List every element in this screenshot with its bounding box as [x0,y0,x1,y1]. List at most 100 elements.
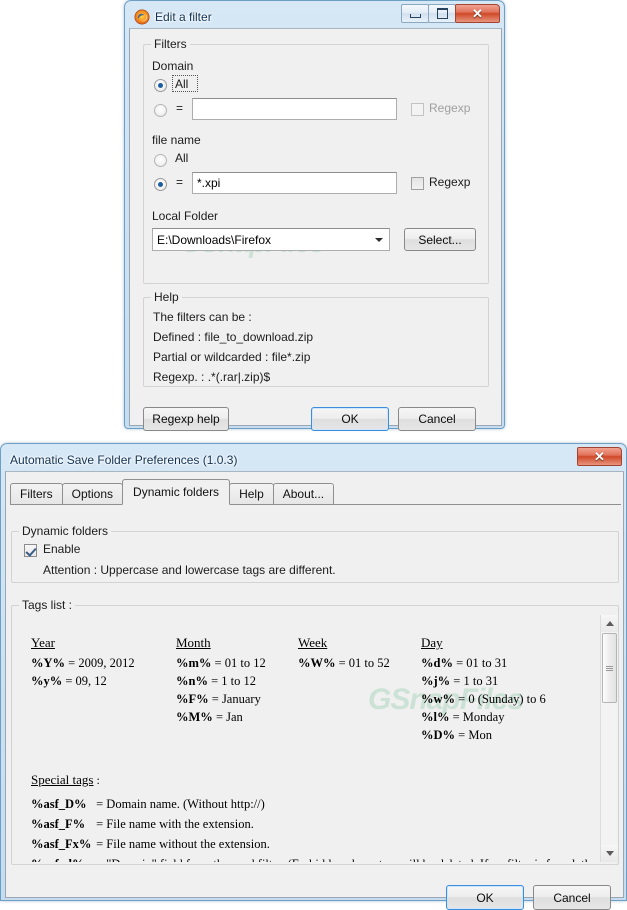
tag-name: %M% [176,710,213,724]
tag-desc: = 01 to 12 [214,656,266,670]
special-tags-heading: Special tags : [31,772,100,788]
edit-filter-caption-buttons[interactable]: ✕ [401,4,500,23]
ok-button-filter[interactable]: OK [311,407,389,431]
domain-eq-radio[interactable] [154,104,167,117]
filename-label: file name [152,133,201,147]
tab-dynamic-folders-label: Dynamic folders [133,485,220,499]
enable-label[interactable]: Enable [43,542,80,556]
tag-desc: = 1 to 12 [211,674,256,688]
edit-filter-title: Edit a filter [155,9,212,24]
edit-filter-client: GSnapFiles Filters Domain All = Regexp f… [129,28,502,431]
tag-name: %F% [176,692,209,706]
filename-eq-label: = [176,175,184,189]
tag-name: %n% [176,674,208,688]
special-tag-row-2: %asf_Fx% = File name without the extensi… [31,837,270,852]
tag-desc: = 09, 12 [65,674,107,688]
preferences-caption-buttons[interactable]: ✕ [577,447,622,466]
tag-name: %l% [421,710,450,724]
tag-name: %asf_F% [31,817,86,831]
domain-label: Domain [152,59,194,73]
tag-name: %y% [31,674,63,688]
cancel-button-filter[interactable]: Cancel [398,407,476,431]
tag-name: %Y% [31,656,66,670]
attention-text: Attention : Uppercase and lowercase tags… [43,563,336,577]
domain-all-label[interactable]: All [175,77,188,91]
ok-button-preferences[interactable]: OK [446,885,524,910]
tab-about-label: About... [282,487,325,501]
local-folder-combo[interactable]: E:\Downloads\Firefox [152,228,390,251]
tag-name: %W% [298,656,336,670]
maximize-button[interactable] [428,4,456,23]
special-tags-heading-suffix: : [93,773,100,787]
filters-group-legend: Filters [151,37,190,51]
domain-eq-label: = [176,101,184,115]
tag-name: %asf_Fx% [31,837,92,851]
close-button-preferences[interactable]: ✕ [577,447,622,466]
tag-row-month-1: %n% = 1 to 12 [176,674,256,689]
filename-all-radio[interactable] [154,154,167,167]
tag-name: %m% [176,656,212,670]
tab-options-label: Options [71,487,114,501]
preferences-client: Filters Options Dynamic folders Help Abo… [5,471,624,910]
tag-row-month-3: %M% = Jan [176,710,243,725]
dynamic-folders-legend: Dynamic folders [19,524,112,538]
tag-row-month-0: %m% = 01 to 12 [176,656,266,671]
filename-all-label[interactable]: All [175,151,188,165]
enable-checkbox[interactable] [24,544,37,557]
select-folder-button[interactable]: Select... [404,228,476,251]
domain-regexp-label: Regexp [429,101,471,115]
scrollbar-thumb[interactable] [602,633,617,703]
local-folder-label: Local Folder [152,209,219,223]
tags-vertical-scrollbar[interactable] [600,615,618,862]
tab-dynamic-folders[interactable]: Dynamic folders [122,479,231,505]
scroll-up-button[interactable] [601,615,618,632]
close-button[interactable]: ✕ [455,4,500,23]
preferences-window[interactable]: Automatic Save Folder Preferences (1.0.3… [0,443,627,910]
scroll-down-button[interactable] [601,845,618,862]
tag-desc: = Domain name. (Without http://) [96,797,265,811]
domain-all-radio[interactable] [154,79,167,92]
chevron-down-icon[interactable] [375,237,383,242]
preferences-tabstrip[interactable]: Filters Options Dynamic folders Help Abo… [10,478,621,505]
tag-desc: = 0 (Sunday) to 6 [458,692,546,706]
scrollbar-grip-icon [606,665,613,672]
tab-options[interactable]: Options [61,483,124,504]
tag-desc: = File name with the extension. [96,817,254,831]
help-line-3: Partial or wildcarded : file*.zip [153,350,311,364]
tags-scroll-panel: GSnapFiles Year %Y% = 2009, 2012 %y% = 0… [13,615,600,862]
tag-name: %asf_d% [31,857,93,862]
tags-heading-year: Year [31,635,55,650]
domain-value-input[interactable] [192,98,397,120]
preferences-titlebar[interactable]: Automatic Save Folder Preferences (1.0.3… [5,447,622,471]
tab-filters[interactable]: Filters [10,483,63,504]
tag-row-day-1: %j% = 1 to 31 [421,674,498,689]
tag-name: %w% [421,692,456,706]
special-tag-row-0: %asf_D% = Domain name. (Without http://) [31,797,265,812]
local-folder-value: E:\Downloads\Firefox [157,232,272,247]
tags-list-legend: Tags list : [19,598,76,612]
cancel-button-preferences[interactable]: Cancel [533,885,611,910]
filename-value-input[interactable]: *.xpi [192,172,397,194]
tag-row-month-2: %F% = January [176,692,261,707]
tags-heading-week: Week [298,635,328,650]
filename-eq-radio[interactable] [154,178,167,191]
tag-row-year-1: %y% = 09, 12 [31,674,107,689]
tag-desc: = Monday [452,710,505,724]
filename-regexp-label[interactable]: Regexp [429,175,470,189]
tab-help[interactable]: Help [229,483,274,504]
edit-filter-window[interactable]: Edit a filter ✕ GSnapFiles Filters Domai… [124,0,505,431]
tag-desc: = January [211,692,261,706]
tag-name: %d% [421,656,453,670]
tag-row-week-0: %W% = 01 to 52 [298,656,390,671]
filename-regexp-checkbox[interactable] [411,177,424,190]
watermark-prefix-2: G [368,683,391,716]
edit-filter-titlebar[interactable]: Edit a filter ✕ [129,4,500,28]
regexp-help-button[interactable]: Regexp help [143,407,229,431]
help-line-1: The filters can be : [153,310,252,324]
special-tag-row-1: %asf_F% = File name with the extension. [31,817,254,832]
minimize-button[interactable] [401,4,429,23]
tag-desc: = "Domain" field from the used filter. (… [96,857,596,862]
tab-about[interactable]: About... [272,483,335,504]
tag-name: %j% [421,674,451,688]
special-tag-row-3: %asf_d% = "Domain" field from the used f… [31,857,597,862]
